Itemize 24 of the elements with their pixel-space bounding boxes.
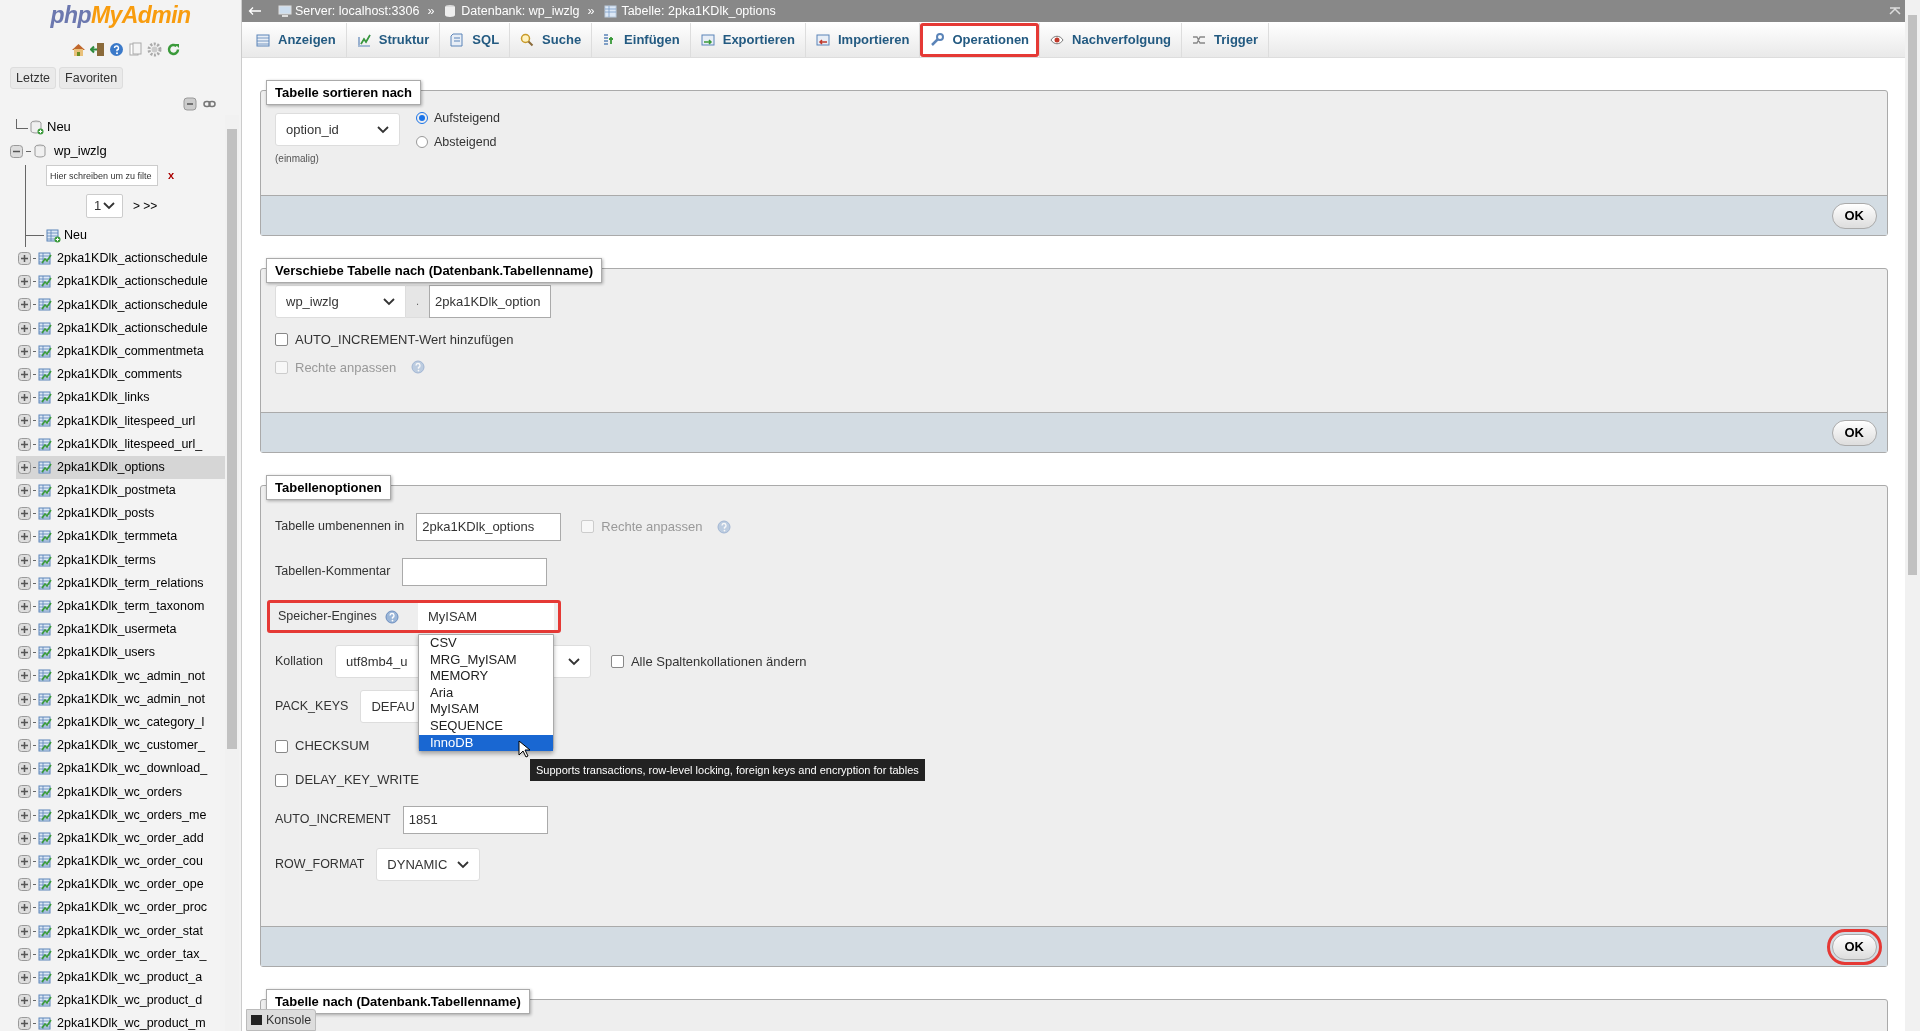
field-label: PACK_KEYS [275, 698, 349, 716]
checkbox-label: DELAY_KEY_WRITE [295, 771, 420, 790]
panel-title: Tabelle nach (Datenbank.Tabellenname) [266, 989, 530, 1014]
field-label: Tabellen-Kommentar [275, 563, 391, 581]
separator-text: . [406, 285, 429, 318]
field-label: Speicher-Engines [278, 608, 377, 626]
field-label: ROW_FORMAT [275, 856, 365, 874]
hint-text: (einmalig) [275, 152, 320, 166]
breadcrumb-separator: » [427, 2, 435, 20]
breadcrumb-separator: » [587, 2, 595, 20]
checkbox-label: Rechte anpassen [601, 517, 703, 536]
radio-label: Absteigend [434, 133, 497, 151]
panel-title: Verschiebe Tabelle nach (Datenbank.Tabellenname) [266, 258, 603, 283]
checkbox-label: Rechte anpassen [295, 358, 397, 377]
field-label: Tabelle umbenennen in [275, 518, 405, 536]
panel-title: Tabelle sortieren nach [266, 80, 422, 105]
radio-label: Aufsteigend [434, 110, 501, 127]
checkbox-label: AUTO_INCREMENT-Wert hinzufügen [295, 331, 514, 349]
checkbox-label: Alle Spaltenkollationen ändern [630, 652, 807, 671]
panel-title: Tabellenoptionen [266, 475, 391, 500]
field-label: AUTO_INCREMENT [275, 811, 391, 829]
field-label: Kollation [275, 653, 323, 671]
checkbox-label: CHECKSUM [295, 737, 370, 756]
tooltip: Supports transactions, row-level locking, foreign keys and encryption for tables [530, 759, 925, 781]
